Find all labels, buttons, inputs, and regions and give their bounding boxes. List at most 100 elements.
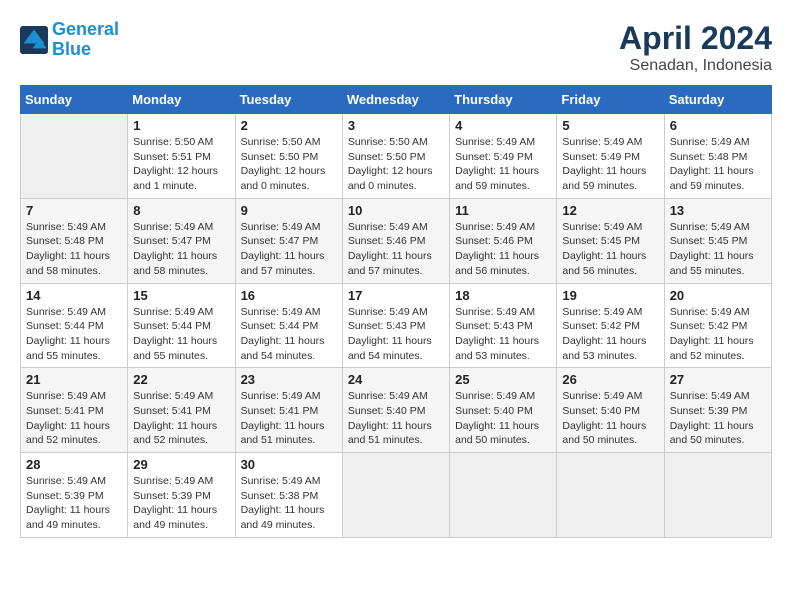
- day-info: Sunrise: 5:49 AM Sunset: 5:45 PM Dayligh…: [562, 220, 658, 279]
- day-cell: 22 Sunrise: 5:49 AM Sunset: 5:41 PM Dayli…: [128, 368, 235, 453]
- day-number: 7: [26, 203, 122, 218]
- day-number: 25: [455, 372, 551, 387]
- day-info: Sunrise: 5:49 AM Sunset: 5:44 PM Dayligh…: [241, 305, 337, 364]
- day-info: Sunrise: 5:49 AM Sunset: 5:46 PM Dayligh…: [455, 220, 551, 279]
- day-info: Sunrise: 5:49 AM Sunset: 5:39 PM Dayligh…: [26, 474, 122, 533]
- day-cell: [664, 453, 771, 538]
- weekday-header-thursday: Thursday: [450, 86, 557, 114]
- day-number: 18: [455, 288, 551, 303]
- weekday-header-friday: Friday: [557, 86, 664, 114]
- day-info: Sunrise: 5:49 AM Sunset: 5:45 PM Dayligh…: [670, 220, 766, 279]
- logo-text: General Blue: [52, 20, 119, 60]
- day-number: 24: [348, 372, 444, 387]
- day-cell: 24 Sunrise: 5:49 AM Sunset: 5:40 PM Dayli…: [342, 368, 449, 453]
- day-cell: 10Sunrise: 5:49 AM Sunset: 5:46 PM Dayli…: [342, 198, 449, 283]
- title-area: April 2024 Senadan, Indonesia: [619, 20, 772, 75]
- day-info: Sunrise: 5:49 AM Sunset: 5:40 PM Dayligh…: [455, 389, 551, 448]
- week-row-2: 7 Sunrise: 5:49 AM Sunset: 5:48 PM Daylig…: [21, 198, 772, 283]
- day-number: 28: [26, 457, 122, 472]
- logo-line1: General: [52, 19, 119, 39]
- day-number: 12: [562, 203, 658, 218]
- header: General Blue April 2024 Senadan, Indones…: [20, 20, 772, 75]
- day-cell: 30 Sunrise: 5:49 AM Sunset: 5:38 PM Dayli…: [235, 453, 342, 538]
- weekday-header-sunday: Sunday: [21, 86, 128, 114]
- day-info: Sunrise: 5:50 AM Sunset: 5:51 PM Dayligh…: [133, 135, 229, 194]
- day-cell: 1 Sunrise: 5:50 AM Sunset: 5:51 PM Daylig…: [128, 114, 235, 199]
- day-cell: 2Sunrise: 5:50 AM Sunset: 5:50 PM Daylig…: [235, 114, 342, 199]
- day-number: 30: [241, 457, 337, 472]
- day-info: Sunrise: 5:49 AM Sunset: 5:42 PM Dayligh…: [670, 305, 766, 364]
- day-cell: [342, 453, 449, 538]
- day-info: Sunrise: 5:49 AM Sunset: 5:49 PM Dayligh…: [562, 135, 658, 194]
- day-cell: 28 Sunrise: 5:49 AM Sunset: 5:39 PM Dayli…: [21, 453, 128, 538]
- weekday-header-saturday: Saturday: [664, 86, 771, 114]
- day-info: Sunrise: 5:49 AM Sunset: 5:48 PM Dayligh…: [26, 220, 122, 279]
- day-info: Sunrise: 5:49 AM Sunset: 5:39 PM Dayligh…: [133, 474, 229, 533]
- day-number: 11: [455, 203, 551, 218]
- day-cell: 19 Sunrise: 5:49 AM Sunset: 5:42 PM Dayli…: [557, 283, 664, 368]
- day-number: 3: [348, 118, 444, 133]
- day-cell: 4 Sunrise: 5:49 AM Sunset: 5:49 PM Daylig…: [450, 114, 557, 199]
- day-cell: 15 Sunrise: 5:49 AM Sunset: 5:44 PM Dayli…: [128, 283, 235, 368]
- logo-icon: [20, 26, 48, 54]
- day-cell: 26 Sunrise: 5:49 AM Sunset: 5:40 PM Dayli…: [557, 368, 664, 453]
- day-number: 27: [670, 372, 766, 387]
- day-number: 23: [241, 372, 337, 387]
- calendar-table: SundayMondayTuesdayWednesdayThursdayFrid…: [20, 85, 772, 538]
- day-number: 4: [455, 118, 551, 133]
- day-number: 22: [133, 372, 229, 387]
- day-info: Sunrise: 5:49 AM Sunset: 5:44 PM Dayligh…: [133, 305, 229, 364]
- month-title: April 2024: [619, 20, 772, 57]
- day-cell: 9Sunrise: 5:49 AM Sunset: 5:47 PM Daylig…: [235, 198, 342, 283]
- day-number: 19: [562, 288, 658, 303]
- day-number: 1: [133, 118, 229, 133]
- day-cell: 12 Sunrise: 5:49 AM Sunset: 5:45 PM Dayli…: [557, 198, 664, 283]
- day-number: 8: [133, 203, 229, 218]
- day-number: 20: [670, 288, 766, 303]
- day-info: Sunrise: 5:49 AM Sunset: 5:49 PM Dayligh…: [455, 135, 551, 194]
- day-number: 15: [133, 288, 229, 303]
- day-cell: 6 Sunrise: 5:49 AM Sunset: 5:48 PM Daylig…: [664, 114, 771, 199]
- day-cell: 5 Sunrise: 5:49 AM Sunset: 5:49 PM Daylig…: [557, 114, 664, 199]
- weekday-header-wednesday: Wednesday: [342, 86, 449, 114]
- logo-line2: Blue: [52, 39, 91, 59]
- day-number: 29: [133, 457, 229, 472]
- week-row-3: 14Sunrise: 5:49 AM Sunset: 5:44 PM Dayli…: [21, 283, 772, 368]
- day-cell: 3Sunrise: 5:50 AM Sunset: 5:50 PM Daylig…: [342, 114, 449, 199]
- day-cell: 18 Sunrise: 5:49 AM Sunset: 5:43 PM Dayli…: [450, 283, 557, 368]
- day-cell: 8 Sunrise: 5:49 AM Sunset: 5:47 PM Daylig…: [128, 198, 235, 283]
- day-info: Sunrise: 5:49 AM Sunset: 5:41 PM Dayligh…: [133, 389, 229, 448]
- week-row-5: 28 Sunrise: 5:49 AM Sunset: 5:39 PM Dayli…: [21, 453, 772, 538]
- day-number: 26: [562, 372, 658, 387]
- day-info: Sunrise: 5:49 AM Sunset: 5:44 PM Dayligh…: [26, 305, 122, 364]
- day-info: Sunrise: 5:49 AM Sunset: 5:43 PM Dayligh…: [455, 305, 551, 364]
- logo: General Blue: [20, 20, 119, 60]
- day-cell: 21 Sunrise: 5:49 AM Sunset: 5:41 PM Dayli…: [21, 368, 128, 453]
- day-info: Sunrise: 5:49 AM Sunset: 5:41 PM Dayligh…: [26, 389, 122, 448]
- day-info: Sunrise: 5:49 AM Sunset: 5:48 PM Dayligh…: [670, 135, 766, 194]
- day-number: 5: [562, 118, 658, 133]
- day-cell: 29 Sunrise: 5:49 AM Sunset: 5:39 PM Dayli…: [128, 453, 235, 538]
- week-row-1: 1 Sunrise: 5:50 AM Sunset: 5:51 PM Daylig…: [21, 114, 772, 199]
- day-number: 21: [26, 372, 122, 387]
- day-info: Sunrise: 5:49 AM Sunset: 5:40 PM Dayligh…: [348, 389, 444, 448]
- day-cell: [21, 114, 128, 199]
- day-cell: 13 Sunrise: 5:49 AM Sunset: 5:45 PM Dayli…: [664, 198, 771, 283]
- day-number: 13: [670, 203, 766, 218]
- day-number: 16: [241, 288, 337, 303]
- day-number: 6: [670, 118, 766, 133]
- day-info: Sunrise: 5:49 AM Sunset: 5:41 PM Dayligh…: [241, 389, 337, 448]
- day-info: Sunrise: 5:49 AM Sunset: 5:38 PM Dayligh…: [241, 474, 337, 533]
- day-cell: 14Sunrise: 5:49 AM Sunset: 5:44 PM Dayli…: [21, 283, 128, 368]
- day-info: Sunrise: 5:49 AM Sunset: 5:47 PM Dayligh…: [133, 220, 229, 279]
- day-number: 17: [348, 288, 444, 303]
- day-cell: 25 Sunrise: 5:49 AM Sunset: 5:40 PM Dayli…: [450, 368, 557, 453]
- day-info: Sunrise: 5:49 AM Sunset: 5:47 PM Dayligh…: [241, 220, 337, 279]
- day-cell: 17Sunrise: 5:49 AM Sunset: 5:43 PM Dayli…: [342, 283, 449, 368]
- day-info: Sunrise: 5:49 AM Sunset: 5:39 PM Dayligh…: [670, 389, 766, 448]
- day-number: 2: [241, 118, 337, 133]
- day-cell: 11 Sunrise: 5:49 AM Sunset: 5:46 PM Dayli…: [450, 198, 557, 283]
- day-cell: 27 Sunrise: 5:49 AM Sunset: 5:39 PM Dayli…: [664, 368, 771, 453]
- day-info: Sunrise: 5:49 AM Sunset: 5:40 PM Dayligh…: [562, 389, 658, 448]
- day-info: Sunrise: 5:49 AM Sunset: 5:42 PM Dayligh…: [562, 305, 658, 364]
